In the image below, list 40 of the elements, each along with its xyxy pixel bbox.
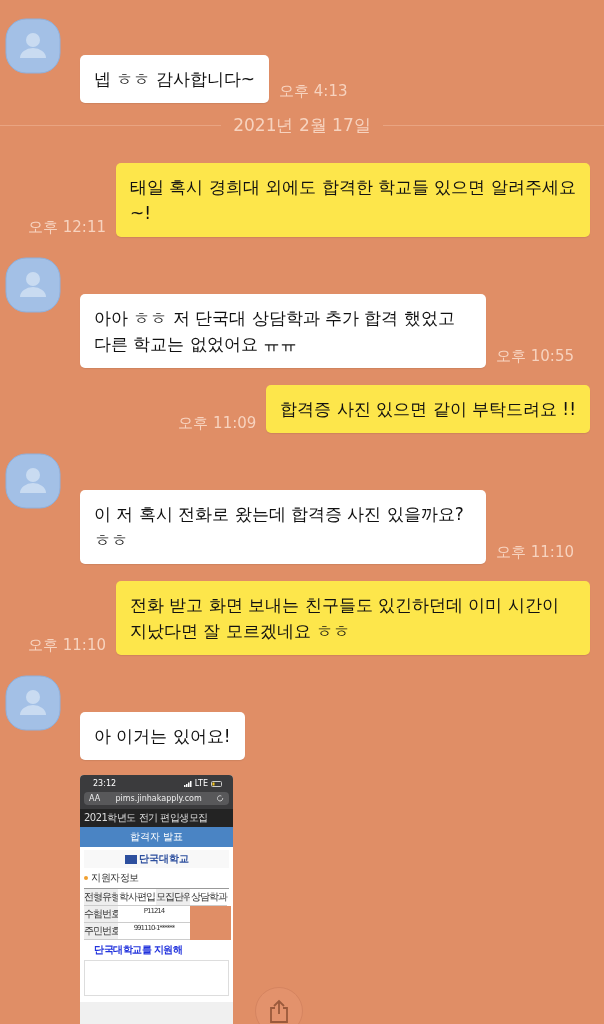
address-bar[interactable]: AA pims.jinhakapply.com xyxy=(84,792,229,805)
reload-icon xyxy=(217,795,224,802)
message-time: 오후 11:09 xyxy=(178,414,257,433)
avatar-icon xyxy=(5,257,61,313)
section-label: 지원자정보 xyxy=(91,871,139,885)
message-bubble: 아 이거는 있어요! xyxy=(80,712,245,760)
university-logo: 단국대학교 xyxy=(84,850,229,868)
message-time: 오후 4:13 xyxy=(279,82,348,102)
message-time: 오후 12:11 xyxy=(28,218,106,237)
message-time: 오후 11:10 xyxy=(496,543,574,563)
page-title: 합격자 발표 xyxy=(80,827,233,847)
battery-icon xyxy=(211,780,223,787)
message-bubble: 아아 ㅎㅎ 저 단국대 상담학과 추가 합격 했었고 다른 학교는 없었어요 ㅠㅠ xyxy=(80,294,486,368)
avatar-icon xyxy=(5,453,61,509)
message-time: 오후 11:10 xyxy=(28,636,106,655)
table-cell: 모집단위 xyxy=(156,889,190,906)
table-cell: 학사편입 xyxy=(118,889,156,906)
message-bubble: 넵 ㅎㅎ 감사합니다~ xyxy=(80,55,270,103)
message-bubble: 태일 혹시 경희대 외에도 합격한 학교들 있으면 알려주세요~! xyxy=(116,163,590,237)
notice-text: 단국대학교를 지원해 xyxy=(93,943,184,957)
share-button[interactable] xyxy=(255,987,303,1024)
date-divider: 2021년 2월 17일 xyxy=(233,113,371,137)
message-bubble: 합격증 사진 있으면 같이 부탁드려요 !! xyxy=(266,385,590,433)
avatar-icon xyxy=(5,675,61,731)
text-size-label: AA xyxy=(89,794,101,803)
avatar-icon xyxy=(5,18,61,74)
redaction-patch xyxy=(190,906,231,940)
message-bubble: 이 저 혹시 전화로 왔는데 합격증 사진 있을까요? ㅎㅎ xyxy=(80,490,486,564)
url-text: pims.jinhakapply.com xyxy=(115,794,202,803)
signal-icon xyxy=(183,780,192,787)
table-cell: 주민번호 xyxy=(84,923,118,940)
network-label: LTE xyxy=(194,779,208,788)
message-time: 오후 10:55 xyxy=(496,347,574,367)
banner-text: 2021학년도 전기 편입생모집 xyxy=(80,809,233,827)
table-cell: 상담학과 xyxy=(190,889,227,906)
message-bubble: 전화 받고 화면 보내는 친구들도 있긴하던데 이미 시간이 지났다면 잘 모르겠네요 ㅎㅎ xyxy=(116,581,590,655)
status-time: 23:12 xyxy=(93,779,117,788)
share-icon xyxy=(268,999,290,1023)
table-cell: 수험번호 xyxy=(84,906,118,923)
bullet-icon xyxy=(84,876,88,880)
